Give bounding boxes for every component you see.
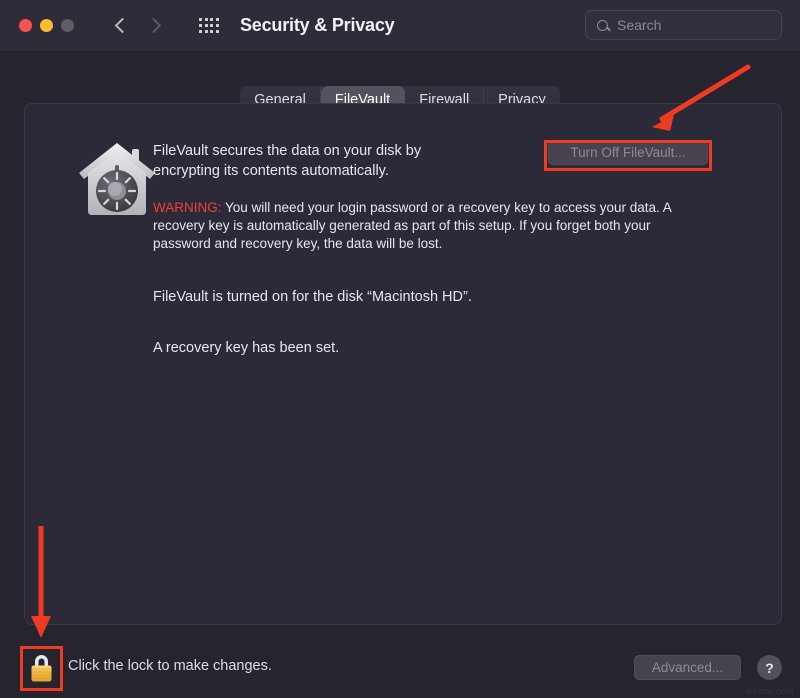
search-field[interactable]: Search — [585, 10, 782, 40]
traffic-light-group — [19, 19, 74, 32]
zoom-button[interactable] — [61, 19, 74, 32]
window-titlebar: Security & Privacy Search — [0, 0, 800, 52]
padlock-closed-icon — [31, 655, 51, 682]
advanced-button[interactable]: Advanced... — [634, 655, 741, 680]
filevault-panel: FileVault secures the data on your disk … — [24, 103, 782, 625]
filevault-status-text: FileVault is turned on for the disk “Mac… — [153, 289, 472, 305]
filevault-warning-paragraph: WARNING: You will need your login passwo… — [153, 199, 709, 253]
lock-button[interactable] — [24, 650, 58, 686]
warning-label: WARNING: — [153, 200, 222, 215]
close-button[interactable] — [19, 19, 32, 32]
filevault-description-line-2: encrypting its contents automatically. — [153, 162, 389, 179]
turn-off-filevault-button[interactable]: Turn Off FileVault... — [548, 140, 708, 165]
filevault-description-block: FileVault secures the data on your disk … — [153, 142, 671, 356]
chevron-right-icon — [145, 17, 162, 34]
warning-text: You will need your login password or a r… — [153, 200, 672, 251]
search-placeholder: Search — [617, 17, 662, 33]
chevron-left-icon — [114, 17, 131, 34]
minimize-button[interactable] — [40, 19, 53, 32]
recovery-key-status-text: A recovery key has been set. — [153, 340, 340, 356]
filevault-description-line-1: FileVault secures the data on your disk … — [153, 143, 422, 159]
filevault-house-safe-icon — [79, 143, 155, 215]
back-button[interactable] — [114, 17, 131, 34]
lock-instruction-text: Click the lock to make changes. — [68, 658, 272, 674]
help-button[interactable]: ? — [757, 655, 782, 680]
navigation-arrows — [114, 17, 162, 34]
show-all-grid-icon[interactable] — [199, 17, 219, 34]
watermark: wsxdn.com — [745, 686, 794, 696]
forward-button[interactable] — [145, 17, 162, 34]
page-title: Security & Privacy — [240, 15, 395, 35]
search-icon — [597, 19, 608, 31]
